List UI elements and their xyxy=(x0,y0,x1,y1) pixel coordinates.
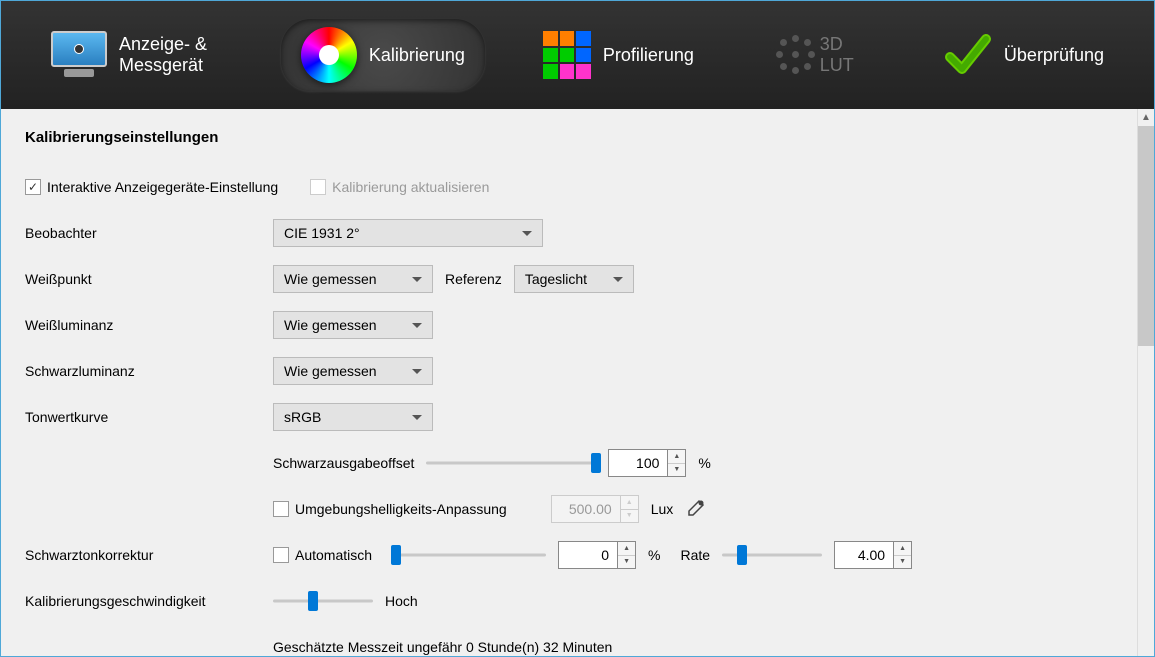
observer-label: Beobachter xyxy=(25,225,273,241)
tab-3d-lut[interactable]: 3D LUT xyxy=(752,23,886,87)
checkbox-label: Interaktive Anzeigegeräte-Einstellung xyxy=(47,179,278,195)
reference-select[interactable]: Tageslicht xyxy=(514,265,634,293)
rate-input[interactable]: ▲▼ xyxy=(834,541,912,569)
black-luminance-label: Schwarzluminanz xyxy=(25,363,273,379)
speed-slider[interactable] xyxy=(273,591,373,611)
spin-up-icon[interactable]: ▲ xyxy=(618,542,635,556)
tab-profiling[interactable]: Profilierung xyxy=(523,23,714,87)
checkbox-icon xyxy=(273,547,289,563)
checkbox-icon xyxy=(25,179,41,195)
vertical-scrollbar[interactable]: ▲ xyxy=(1137,109,1154,656)
whitepoint-select[interactable]: Wie gemessen xyxy=(273,265,433,293)
update-calibration-checkbox: Kalibrierung aktualisieren xyxy=(310,179,489,195)
checkbox-label: Kalibrierung aktualisieren xyxy=(332,179,489,195)
speed-value-label: Hoch xyxy=(385,593,418,609)
color-grid-icon xyxy=(543,31,591,79)
white-luminance-label: Weißluminanz xyxy=(25,317,273,333)
unit-label: % xyxy=(698,455,710,471)
tab-label: Überprüfung xyxy=(1004,45,1104,66)
scroll-up-icon[interactable]: ▲ xyxy=(1138,109,1154,126)
eyedropper-icon[interactable] xyxy=(685,499,705,519)
observer-select[interactable]: CIE 1931 2° xyxy=(273,219,543,247)
tone-curve-select[interactable]: sRGB xyxy=(273,403,433,431)
black-correction-input[interactable]: ▲▼ xyxy=(558,541,636,569)
tab-verification[interactable]: Überprüfung xyxy=(924,23,1124,87)
black-offset-label: Schwarzausgabeoffset xyxy=(273,455,414,471)
black-correction-slider[interactable] xyxy=(396,545,546,565)
black-offset-slider[interactable] xyxy=(426,453,596,473)
section-title: Kalibrierungseinstellungen xyxy=(25,129,1113,146)
ambient-checkbox[interactable]: Umgebungshelligkeits-Anpassung xyxy=(273,501,507,517)
spin-down-icon[interactable]: ▼ xyxy=(668,464,685,477)
whitepoint-label: Weißpunkt xyxy=(25,271,273,287)
spin-up-icon[interactable]: ▲ xyxy=(894,542,911,556)
checkbox-label: Automatisch xyxy=(295,547,372,563)
estimate-text: Geschätzte Messzeit ungefähr 0 Stunde(n)… xyxy=(273,639,612,655)
tab-display-instrument[interactable]: Anzeige- & Messgerät xyxy=(31,23,243,87)
rate-label: Rate xyxy=(681,547,711,563)
auto-checkbox[interactable]: Automatisch xyxy=(273,547,372,563)
ambient-input: ▲▼ xyxy=(551,495,639,523)
white-luminance-select[interactable]: Wie gemessen xyxy=(273,311,433,339)
cluster-icon xyxy=(772,31,808,79)
rate-slider[interactable] xyxy=(722,545,822,565)
reference-label: Referenz xyxy=(445,271,502,287)
interactive-adjust-checkbox[interactable]: Interaktive Anzeigegeräte-Einstellung xyxy=(25,179,278,195)
monitor-icon xyxy=(51,31,107,79)
colorwheel-icon xyxy=(301,27,357,83)
checkbox-icon xyxy=(273,501,289,517)
spin-down-icon: ▼ xyxy=(621,510,638,523)
calibration-settings-panel: Kalibrierungseinstellungen Interaktive A… xyxy=(1,109,1137,656)
spin-down-icon[interactable]: ▼ xyxy=(894,556,911,569)
tab-label: Kalibrierung xyxy=(369,45,465,66)
main-toolbar: Anzeige- & Messgerät Kalibrierung Profil… xyxy=(1,1,1154,109)
black-offset-input[interactable]: ▲▼ xyxy=(608,449,686,477)
spin-up-icon[interactable]: ▲ xyxy=(668,450,685,464)
speed-label: Kalibrierungsgeschwindigkeit xyxy=(25,593,273,609)
checkmark-icon xyxy=(944,31,992,79)
spin-up-icon: ▲ xyxy=(621,496,638,510)
checkbox-label: Umgebungshelligkeits-Anpassung xyxy=(295,501,507,517)
spin-down-icon[interactable]: ▼ xyxy=(618,556,635,569)
tab-label: 3D LUT xyxy=(820,34,866,76)
tab-label: Profilierung xyxy=(603,45,694,66)
tab-label: Anzeige- & Messgerät xyxy=(119,34,223,76)
checkbox-icon xyxy=(310,179,326,195)
scroll-thumb[interactable] xyxy=(1138,126,1154,346)
tab-calibration[interactable]: Kalibrierung xyxy=(281,19,485,91)
unit-label: % xyxy=(648,547,660,563)
black-luminance-select[interactable]: Wie gemessen xyxy=(273,357,433,385)
unit-label: Lux xyxy=(651,501,674,517)
black-correction-label: Schwarztonkorrektur xyxy=(25,547,273,563)
tone-curve-label: Tonwertkurve xyxy=(25,409,273,425)
